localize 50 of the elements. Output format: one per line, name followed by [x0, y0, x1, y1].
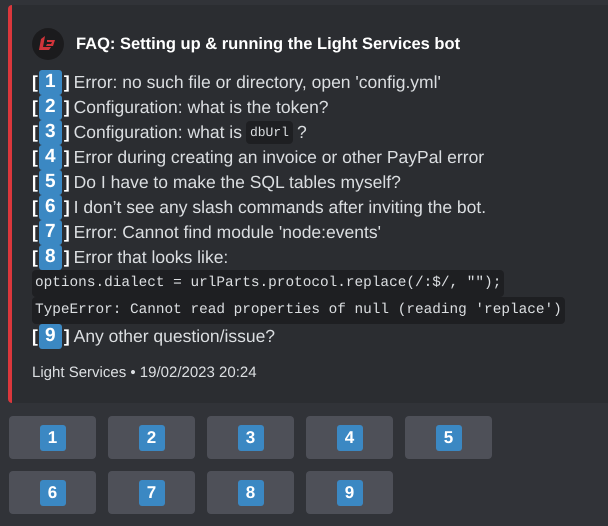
number-button[interactable]: 6 — [9, 471, 96, 514]
number-badge: 3 — [38, 120, 62, 145]
number-button[interactable]: 7 — [108, 471, 195, 514]
bracket: ] — [64, 221, 70, 244]
number-badge: 7 — [38, 220, 62, 245]
number-button[interactable]: 8 — [207, 471, 294, 514]
number-badge: 6 — [38, 195, 62, 220]
bracket: [ — [32, 146, 38, 170]
bracket: [ — [32, 121, 38, 144]
number-button[interactable]: 1 — [9, 416, 96, 459]
item-text: Error that looks like: — [74, 246, 228, 270]
item-text: Error: no such file or directory, open 'config.yml' — [74, 71, 441, 94]
bracket: ] — [64, 96, 70, 120]
item-text: Configuration: what is the token? — [74, 96, 329, 120]
number-badge: 4 — [38, 145, 62, 170]
item-text: Error during creating an invoice or other PayPal error — [74, 146, 484, 170]
item-text: Error: Cannot find module 'node:events' — [74, 221, 381, 244]
number-button[interactable]: 5 — [405, 416, 492, 459]
bracket: ] — [64, 246, 70, 270]
bracket: [ — [32, 221, 38, 244]
bracket: [ — [32, 196, 38, 220]
bracket: [ — [32, 71, 38, 94]
embed-footer: Light Services • 19/02/2023 20:24 — [32, 362, 600, 384]
bracket: [ — [32, 246, 38, 270]
item-text: Do I have to make the SQL tables myself? — [74, 171, 401, 194]
embed-title: FAQ: Setting up & running the Light Services bot — [76, 34, 460, 55]
number-button[interactable]: 3 — [207, 416, 294, 459]
inline-code: dbUrl — [246, 120, 293, 144]
logo-icon — [32, 28, 64, 60]
item-text: ? — [296, 121, 307, 144]
bracket: ] — [64, 325, 70, 348]
item-text: Configuration: what is — [74, 121, 242, 144]
number-badge: 1 — [38, 70, 62, 95]
bracket: [ — [32, 171, 38, 194]
number-button[interactable]: 4 — [306, 416, 393, 459]
bracket: [ — [32, 96, 38, 120]
number-button[interactable]: 2 — [108, 416, 195, 459]
number-badge: 8 — [38, 245, 62, 270]
bracket: ] — [64, 71, 70, 94]
bracket: ] — [64, 196, 70, 220]
bracket: [ — [32, 325, 38, 348]
bracket: ] — [64, 121, 70, 144]
number-badge: 9 — [38, 324, 62, 349]
bracket: ] — [64, 171, 70, 194]
item-text: I don’t see any slash commands after inviting the bot. — [74, 196, 486, 220]
bracket: ] — [64, 146, 70, 170]
number-badge: 2 — [38, 95, 62, 120]
item-text: Any other question/issue? — [74, 325, 276, 348]
number-button[interactable]: 9 — [306, 471, 393, 514]
number-badge: 5 — [38, 170, 62, 195]
